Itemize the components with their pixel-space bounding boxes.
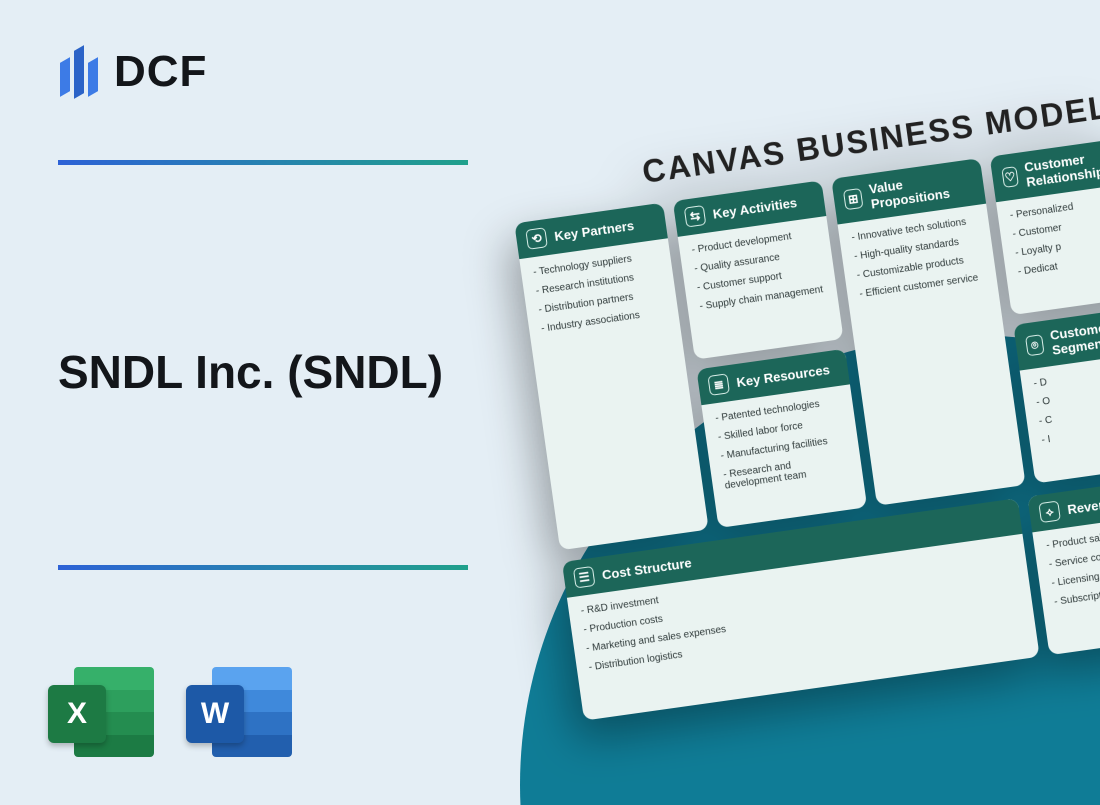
card-list: Innovative tech solutions High-quality s… [838,204,999,314]
card-label: Cost Structure [601,555,693,582]
card-list: Patented technologies Skilled labor forc… [701,384,864,505]
card-key-activities: ⇆Key Activities Product development Qual… [673,180,844,359]
page-title: SNDL Inc. (SNDL) [58,345,443,399]
people-icon: ⇆ [684,205,707,228]
canvas-mockup: CANVAS BUSINESS MODEL ⟲Key Partners Tech… [507,70,1100,721]
card-label: Customer Relationships [1023,145,1100,190]
card-label: Value Propositions [868,167,975,211]
page-stage: DCF SNDL Inc. (SNDL) X W CANVAS BUSINESS… [0,0,1100,805]
link-icon: ⟲ [525,227,548,250]
heart-icon: ♡ [1001,166,1019,188]
card-label: Key Partners [553,217,635,243]
database-icon: ≣ [707,373,730,396]
grid-icon: ⊞ [843,188,864,210]
word-letter: W [186,685,244,743]
card-list: Technology suppliers Research institutio… [519,238,680,348]
card-label: Revenue Streams [1066,487,1100,517]
excel-letter: X [48,685,106,743]
card-label: Key Resources [735,362,830,390]
word-icon: W [186,663,296,763]
brand-logo: DCF [60,42,207,102]
card-customer-segments: ⌾Customer Segments D O C I [1013,304,1100,483]
card-revenue-streams: ⟡Revenue Streams Product sales Service c… [1027,455,1100,655]
users-icon: ⌾ [1025,334,1045,356]
sliders-icon: ☰ [573,566,596,589]
card-label: Customer Segments [1049,313,1100,357]
divider-top [58,160,468,165]
card-key-resources: ≣Key Resources Patented technologies Ski… [696,349,867,528]
card-customer-relationships: ♡Customer Relationships Personalized Cus… [990,136,1100,315]
excel-icon: X [48,663,158,763]
file-icons-row: X W [48,663,296,763]
card-label: Key Activities [712,195,798,222]
card-list: Product development Quality assurance Cu… [678,216,839,326]
divider-bottom [58,565,468,570]
money-icon: ⟡ [1038,500,1061,523]
brand-name: DCF [114,47,207,97]
logo-bars-icon [60,42,100,102]
